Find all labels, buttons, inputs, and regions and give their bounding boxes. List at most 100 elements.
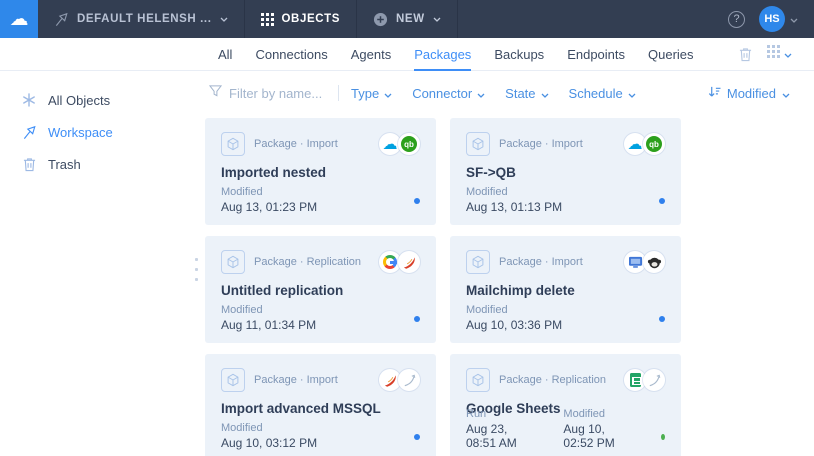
workspace-label: DEFAULT HELENSH ... xyxy=(77,13,212,25)
card-meta-row: Modified Aug 13, 01:13 PM xyxy=(466,186,665,214)
connector-icons xyxy=(379,251,420,273)
sidebar-item-trash[interactable]: Trash xyxy=(0,148,200,180)
filter-dropdown-type[interactable]: Type xyxy=(351,86,392,101)
card-meta-row: Modified Aug 11, 01:34 PM xyxy=(221,304,420,332)
package-card[interactable]: Package · Import Mailchimp delete Modified… xyxy=(450,236,681,343)
sidebar: All Objects Workspace Trash xyxy=(0,71,200,456)
package-title: Imported nested xyxy=(221,165,327,180)
filter-dropdown-connector[interactable]: Connector xyxy=(412,86,485,101)
meta-timestamp: Aug 11, 01:34 PM xyxy=(221,318,317,332)
grid-view-icon xyxy=(767,45,780,63)
meta-column: Run Aug 23, 08:51 AM xyxy=(466,408,525,450)
sidebar-item-label: Workspace xyxy=(48,124,113,140)
card-header: Package · Import xyxy=(221,368,420,392)
sidebar-item-all-objects[interactable]: All Objects xyxy=(0,84,200,116)
sidebar-resize-handle[interactable] xyxy=(195,258,198,281)
package-title: Import advanced MSSQL xyxy=(221,401,381,416)
package-type-label: Package · Replication xyxy=(254,256,362,268)
meta-timestamp: Aug 10, 03:12 PM xyxy=(221,436,318,450)
package-type-icon xyxy=(466,250,490,274)
package-card[interactable]: Package · Import Import advanced MSSQL Mod… xyxy=(205,354,436,456)
meta-label: Run xyxy=(466,408,487,420)
card-header: Package · Import ☁ qb xyxy=(221,132,420,156)
meta-label: Modified xyxy=(466,186,508,198)
package-type-label: Package · Replication xyxy=(499,374,607,386)
dropdown-label: Schedule xyxy=(568,85,623,101)
objects-label: OBJECTS xyxy=(281,13,341,25)
meta-timestamp: Aug 10, 03:36 PM xyxy=(466,318,563,332)
sidebar-item-workspace[interactable]: Workspace xyxy=(0,116,200,148)
chevron-down-icon xyxy=(541,86,549,101)
meta-label: Modified xyxy=(221,186,263,198)
package-card-grid: Package · Import ☁ qb Imported nested Modifi… xyxy=(205,118,814,456)
package-card[interactable]: Package · Import ☁ qb SF->QB Modified Aug 13,… xyxy=(450,118,681,225)
package-card[interactable]: Package · Replication Untitled replicatio… xyxy=(205,236,436,343)
filter-dropdown-schedule[interactable]: Schedule xyxy=(569,86,636,101)
tab-packages[interactable]: Packages xyxy=(414,38,472,71)
card-header: Package · Import xyxy=(466,250,665,274)
meta-timestamp: Aug 10, 02:52 PM xyxy=(563,422,615,450)
connector-icons xyxy=(624,369,665,391)
filter-dropdowns: Type Connector State Schedule xyxy=(351,86,636,101)
status-dot xyxy=(414,316,420,322)
tab-connections[interactable]: Connections xyxy=(255,38,327,70)
package-card[interactable]: Package · Import ☁ qb Imported nested Modifi… xyxy=(205,118,436,225)
package-card[interactable]: Package · Replication Google Sheets Run Aug… xyxy=(450,354,681,456)
sidebar-item-label: Trash xyxy=(48,156,81,172)
asterisk-icon xyxy=(21,93,37,107)
dropdown-label: Type xyxy=(351,85,380,101)
package-type-label: Package · Import xyxy=(254,374,338,386)
avatar: HS xyxy=(759,6,785,32)
flag-icon xyxy=(21,125,37,140)
trash-view-button[interactable] xyxy=(739,47,752,62)
chevron-down-icon xyxy=(784,45,792,63)
divider xyxy=(338,85,339,101)
package-type-label: Package · Import xyxy=(499,138,583,150)
meta-label: Modified xyxy=(221,422,263,434)
tab-agents[interactable]: Agents xyxy=(351,38,391,70)
topbar-right-controls: ? HS xyxy=(728,0,814,38)
connector-icons: ☁ qb xyxy=(624,133,665,155)
filter-dropdown-state[interactable]: State xyxy=(505,86,548,101)
sort-descending-icon xyxy=(708,86,721,101)
package-type-icon xyxy=(466,368,490,392)
tab-all[interactable]: All xyxy=(218,38,232,70)
filter-toolbar: Type Connector State Schedule Modified xyxy=(200,80,814,106)
package-type-icon xyxy=(221,368,245,392)
meta-column: Modified Aug 13, 01:23 PM xyxy=(221,186,317,214)
tab-backups[interactable]: Backups xyxy=(494,38,544,70)
status-dot xyxy=(659,316,665,322)
trash-icon xyxy=(21,157,37,172)
package-title: Mailchimp delete xyxy=(466,283,575,298)
card-meta-row: Run Aug 23, 08:51 AM Modified Aug 10, 02:52… xyxy=(466,408,665,450)
card-meta-row: Modified Aug 13, 01:23 PM xyxy=(221,186,420,214)
sidebar-item-label: All Objects xyxy=(48,92,111,108)
meta-timestamp: Aug 13, 01:13 PM xyxy=(466,200,563,214)
meta-timestamp: Aug 13, 01:23 PM xyxy=(221,200,318,214)
chevron-down-icon xyxy=(384,86,392,101)
new-button[interactable]: NEW xyxy=(357,0,458,38)
tab-endpoints[interactable]: Endpoints xyxy=(567,38,625,70)
meta-label: Modified xyxy=(466,304,508,316)
connector-icons: ☁ qb xyxy=(379,133,420,155)
mailchimp-icon xyxy=(643,251,665,273)
meta-column: Modified Aug 10, 03:12 PM xyxy=(221,422,317,450)
chevron-down-icon xyxy=(433,17,441,22)
objects-menu-button[interactable]: OBJECTS xyxy=(245,0,358,38)
grid-view-selector[interactable] xyxy=(767,45,792,63)
filter-by-name-input[interactable] xyxy=(229,85,334,101)
database-icon xyxy=(398,369,420,391)
dropdown-label: Connector xyxy=(412,85,473,101)
app-logo[interactable]: ☁ xyxy=(0,0,38,38)
meta-column: Modified Aug 10, 03:36 PM xyxy=(466,304,562,332)
chevron-down-icon xyxy=(220,17,228,22)
status-dot xyxy=(414,198,420,204)
user-menu[interactable]: HS xyxy=(759,6,798,32)
help-button[interactable]: ? xyxy=(728,10,745,28)
sort-control[interactable]: Modified xyxy=(708,86,790,101)
meta-timestamp: Aug 23, 08:51 AM xyxy=(466,422,517,450)
workspace-selector[interactable]: DEFAULT HELENSH ... xyxy=(38,0,245,38)
tab-queries[interactable]: Queries xyxy=(648,38,694,70)
card-header: Package · Replication xyxy=(466,368,665,392)
connector-icons xyxy=(624,251,665,273)
